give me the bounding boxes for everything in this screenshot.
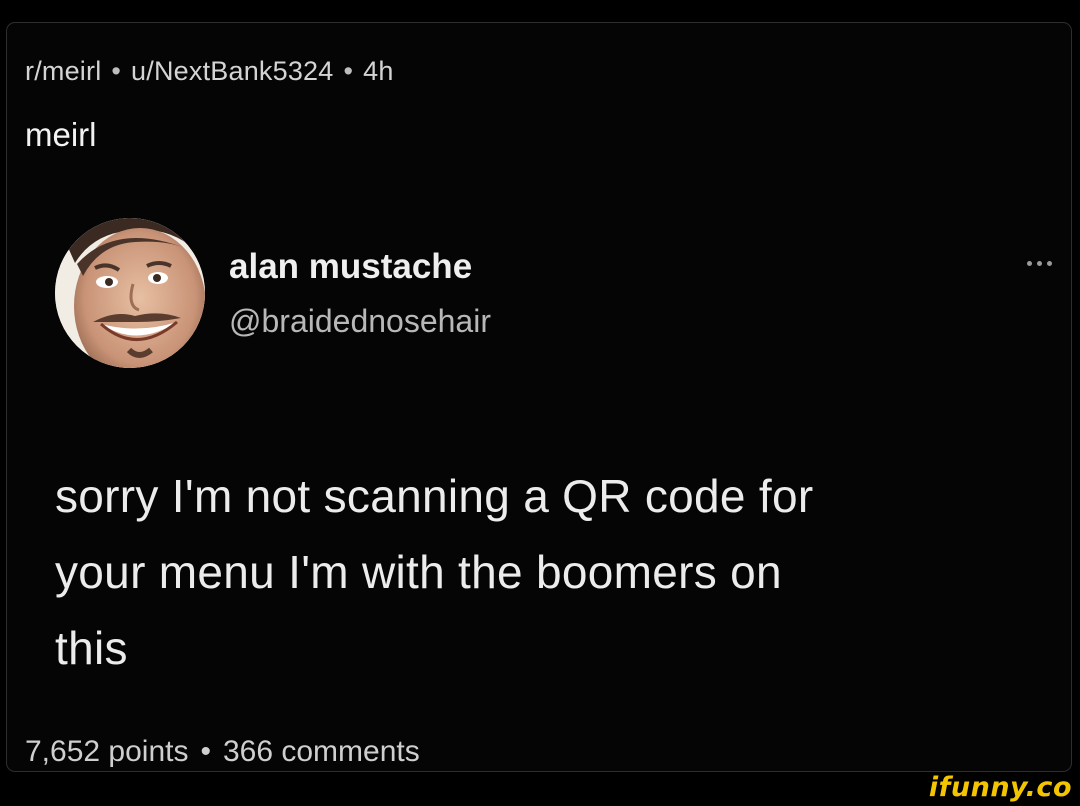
meta-separator: •: [343, 56, 354, 86]
subreddit-link[interactable]: r/meirl: [25, 56, 101, 86]
post-title[interactable]: meirl: [25, 116, 97, 154]
post-meta: r/meirl • u/NextBank5324 • 4h: [25, 56, 394, 87]
ellipsis-dot: [1027, 261, 1032, 266]
points-count: 7,652 points: [25, 735, 189, 768]
tweet-handle[interactable]: @braidednosehair: [229, 303, 491, 340]
ellipsis-icon[interactable]: [1027, 261, 1052, 266]
ifunny-watermark: ifunny.co: [928, 772, 1072, 803]
tweet-text-line: your menu I'm with the boomers on: [55, 546, 782, 598]
tweet-display-name[interactable]: alan mustache: [229, 247, 472, 287]
tweet-text-line: this: [55, 622, 128, 674]
tweet-text-line: sorry I'm not scanning a QR code for: [55, 470, 814, 522]
reddit-post-card: r/meirl • u/NextBank5324 • 4h meirl alan…: [6, 22, 1072, 772]
post-stats: 7,652 points • 366 comments: [25, 735, 420, 769]
author-link[interactable]: u/NextBank5324: [131, 56, 333, 86]
ellipsis-dot: [1037, 261, 1042, 266]
meta-separator: •: [111, 56, 122, 86]
avatar-face: [55, 218, 205, 368]
tweet-text: sorry I'm not scanning a QR code for you…: [55, 458, 1055, 686]
stats-separator: •: [200, 735, 211, 768]
post-age: 4h: [363, 56, 394, 86]
comments-link[interactable]: 366 comments: [223, 735, 420, 768]
ellipsis-dot: [1047, 261, 1052, 266]
avatar[interactable]: [55, 218, 205, 368]
